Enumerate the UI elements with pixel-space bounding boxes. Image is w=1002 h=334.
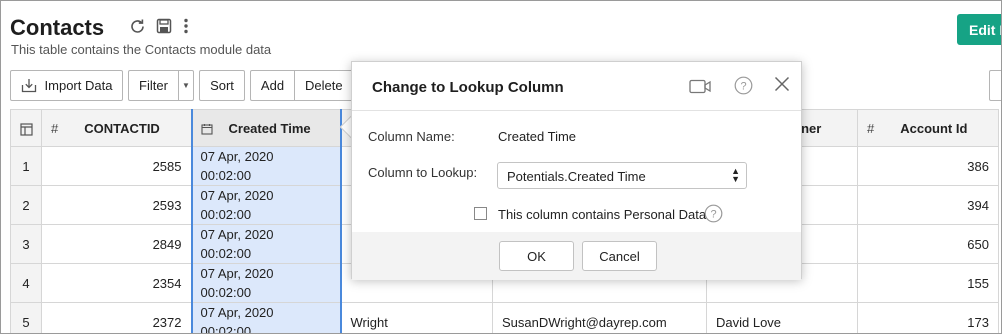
cancel-button[interactable]: Cancel: [582, 241, 657, 271]
delete-label: Delete: [305, 78, 343, 93]
cell-account-id[interactable]: 155: [857, 263, 999, 303]
help-icon[interactable]: ?: [733, 75, 753, 95]
cell-created-time[interactable]: 07 Apr, 2020 00:02:00: [190, 263, 342, 303]
cell-owner[interactable]: David Love: [706, 302, 858, 333]
column-header-label: Account Id: [900, 120, 968, 136]
row-number: 3: [10, 224, 42, 264]
cell-contactid[interactable]: 2354: [41, 263, 192, 303]
column-header-contactid[interactable]: # CONTACTID: [41, 109, 192, 147]
select-arrows-icon: ▲ ▼: [731, 166, 740, 184]
column-to-lookup-label: Column to Lookup:: [368, 165, 478, 180]
cell-account-id[interactable]: 650: [857, 224, 999, 264]
numeric-type-icon: #: [51, 120, 59, 136]
row-number: 2: [10, 185, 42, 225]
cell-date: 07 Apr, 2020: [200, 227, 274, 242]
row-selector-header[interactable]: [10, 109, 42, 147]
svg-text:?: ?: [740, 80, 746, 92]
column-header-account-id[interactable]: # Account Id: [857, 109, 999, 147]
cell-created-time[interactable]: 07 Apr, 2020 00:02:00: [190, 224, 342, 264]
column-name-label: Column Name:: [368, 129, 455, 144]
row-number: 5: [10, 302, 42, 333]
column-header-label: CONTACTID: [84, 120, 160, 136]
filter-dropdown-button[interactable]: ▼: [179, 70, 194, 101]
row-number: 1: [10, 146, 42, 186]
dialog-footer: OK Cancel: [352, 232, 801, 280]
numeric-type-icon: #: [867, 120, 875, 136]
ok-button[interactable]: OK: [499, 241, 574, 271]
caret-down-icon: ▼: [182, 81, 190, 90]
cell-account-id[interactable]: 173: [857, 302, 999, 333]
filter-button[interactable]: Filter: [128, 70, 179, 101]
sort-button[interactable]: Sort: [199, 70, 245, 101]
cell-date: 07 Apr, 2020: [200, 188, 274, 203]
import-data-button[interactable]: Import Data: [10, 70, 123, 101]
column-to-lookup-select[interactable]: Potentials.Created Time ▲ ▼: [497, 162, 747, 189]
calendar-icon: [200, 124, 213, 135]
column-header-label: Created Time: [228, 120, 311, 136]
add-button[interactable]: Add: [250, 70, 295, 101]
cell-email[interactable]: SusanDWright@dayrep.com: [492, 302, 707, 333]
cell-date: 07 Apr, 2020: [200, 305, 274, 320]
cell-created-time[interactable]: 07 Apr, 2020 00:02:00: [190, 146, 342, 186]
delete-button[interactable]: Delete: [295, 70, 355, 101]
video-icon[interactable]: [688, 76, 712, 96]
table-row[interactable]: 5 2372 07 Apr, 2020 00:02:00 Wright Susan…: [10, 302, 999, 334]
cell-contactid[interactable]: 2372: [41, 302, 192, 333]
cell-time: 00:02:00: [200, 246, 252, 261]
svg-text:?: ?: [710, 208, 716, 220]
column-header-created-time[interactable]: Created Time: [190, 109, 342, 147]
dialog-title: Change to Lookup Column: [372, 79, 564, 96]
cell-date: 07 Apr, 2020: [200, 266, 274, 281]
cell-last-name[interactable]: Wright: [340, 302, 493, 333]
lookup-column-dialog: Change to Lookup Column ? Column Name: C…: [351, 61, 802, 280]
edit-data-button[interactable]: Edit Data: [957, 14, 1001, 45]
filter-label: Filter: [139, 78, 168, 93]
cell-time: 00:02:00: [200, 285, 252, 300]
import-data-label: Import Data: [44, 78, 113, 93]
sort-label: Sort: [210, 78, 234, 93]
cell-time: 00:02:00: [200, 207, 252, 222]
personal-data-checkbox[interactable]: [474, 207, 487, 220]
save-icon[interactable]: [155, 17, 173, 35]
dialog-divider: [352, 110, 801, 111]
cell-contactid[interactable]: 2593: [41, 185, 192, 225]
page-subtitle: This table contains the Contacts module …: [11, 42, 272, 57]
personal-data-label: This column contains Personal Data: [498, 207, 707, 222]
personal-data-help-icon[interactable]: ?: [703, 203, 723, 223]
cell-account-id[interactable]: 386: [857, 146, 999, 186]
column-name-value: Created Time: [498, 129, 577, 144]
cell-contactid[interactable]: 2849: [41, 224, 192, 264]
import-icon: [21, 78, 37, 93]
add-label: Add: [260, 78, 285, 93]
table-settings-icon: [19, 122, 33, 136]
cell-created-time[interactable]: 07 Apr, 2020 00:02:00: [190, 185, 342, 225]
cell-date: 07 Apr, 2020: [200, 149, 274, 164]
toolbar-overflow-button[interactable]: [989, 70, 1001, 101]
row-number: 4: [10, 263, 42, 303]
app-window: Contacts This table contains the Contact…: [0, 0, 1002, 334]
cell-contactid[interactable]: 2585: [41, 146, 192, 186]
page-title: Contacts: [10, 15, 105, 40]
cell-time: 00:02:00: [200, 168, 252, 183]
column-to-lookup-value: Potentials.Created Time: [507, 169, 646, 184]
cell-account-id[interactable]: 394: [857, 185, 999, 225]
more-vertical-icon[interactable]: [177, 17, 195, 35]
close-icon[interactable]: [773, 75, 791, 93]
refresh-icon[interactable]: [128, 17, 146, 35]
cell-time: 00:02:00: [200, 324, 252, 334]
cell-created-time[interactable]: 07 Apr, 2020 00:02:00: [190, 302, 342, 334]
